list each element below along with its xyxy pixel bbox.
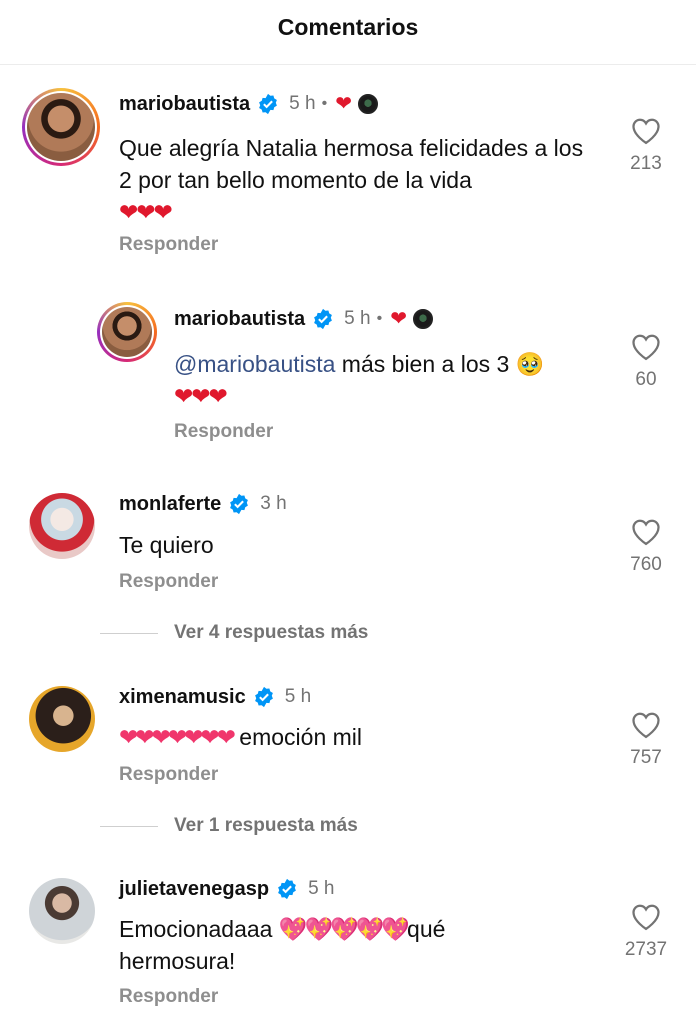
comment-text: Te quiero — [119, 532, 214, 558]
emoji-hearts: ❤❤❤❤❤❤❤ — [119, 724, 236, 750]
username[interactable]: monlaferte — [119, 493, 221, 516]
page-title: Comentarios — [277, 14, 419, 40]
username[interactable]: mariobautista — [174, 308, 305, 331]
reply-button[interactable]: Responder — [174, 421, 273, 443]
mention-link[interactable]: @mariobautista — [174, 351, 335, 377]
like-column: 757 — [611, 711, 681, 769]
verified-badge-icon — [314, 308, 333, 330]
heart-outline-icon[interactable] — [631, 903, 661, 931]
timestamp: 5 h — [308, 878, 335, 899]
comment-text: ❤❤❤❤❤❤❤ emoción mil — [119, 724, 363, 750]
like-column: 213 — [611, 117, 681, 175]
verified-badge-icon — [278, 878, 296, 900]
emoji-hearts: 💖💖💖💖💖 — [278, 916, 410, 942]
like-count: 757 — [630, 747, 662, 768]
divider-line — [100, 632, 158, 634]
verified-badge-icon — [259, 93, 278, 115]
avatar[interactable] — [22, 88, 100, 166]
username[interactable]: mariobautista — [119, 93, 250, 116]
avatar[interactable] — [29, 493, 95, 559]
comment-text: @mariobautista más bien a los 3 🥹 ❤❤❤ — [174, 351, 545, 409]
author-mini-avatar — [357, 94, 378, 114]
reply-button[interactable]: Responder — [119, 764, 218, 786]
avatar[interactable] — [29, 686, 95, 752]
like-count: 60 — [635, 369, 657, 390]
timestamp: 5 h — [344, 308, 371, 329]
verified-badge-icon — [254, 686, 273, 708]
reply-button[interactable]: Responder — [119, 986, 218, 1008]
username[interactable]: julietavenegasp — [119, 878, 269, 901]
heart-outline-icon[interactable] — [631, 518, 661, 546]
like-column: 2737 — [611, 903, 681, 961]
comment-text: Que alegría Natalia hermosa felicidades … — [119, 135, 584, 225]
author-mini-avatar — [412, 309, 433, 329]
timestamp: 5 h — [284, 686, 312, 707]
reply-button[interactable]: Responder — [119, 234, 218, 256]
heart-outline-icon[interactable] — [631, 117, 661, 145]
timestamp: 3 h — [260, 493, 287, 514]
view-more-replies[interactable]: Ver 4 respuestas más — [100, 622, 368, 644]
view-more-replies[interactable]: Ver 1 respuesta más — [100, 815, 358, 837]
emoji-hearts: ❤❤❤ — [174, 383, 228, 409]
comments-header: Comentarios — [0, 0, 696, 65]
author-liked-heart-icon: ❤ — [335, 93, 352, 115]
heart-outline-icon[interactable] — [631, 711, 661, 739]
like-column: 60 — [611, 333, 681, 391]
like-column: 760 — [611, 518, 681, 576]
username[interactable]: ximenamusic — [119, 686, 246, 709]
comment-text: Emocionadaaa 💖💖💖💖💖qué hermosura! — [119, 916, 446, 974]
verified-badge-icon — [230, 493, 249, 515]
emoji-hearts: ❤❤❤ — [119, 199, 173, 225]
timestamp: 5 h — [289, 93, 316, 114]
heart-outline-icon[interactable] — [631, 333, 661, 361]
reply-button[interactable]: Responder — [119, 571, 218, 593]
like-count: 2737 — [624, 939, 668, 960]
separator-dot: • — [376, 310, 383, 327]
divider-line — [100, 825, 158, 827]
like-count: 213 — [630, 153, 662, 174]
avatar[interactable] — [29, 878, 95, 944]
author-liked-heart-icon: ❤ — [390, 308, 407, 330]
like-count: 760 — [630, 554, 662, 575]
avatar[interactable] — [97, 302, 157, 362]
separator-dot: • — [321, 95, 328, 112]
